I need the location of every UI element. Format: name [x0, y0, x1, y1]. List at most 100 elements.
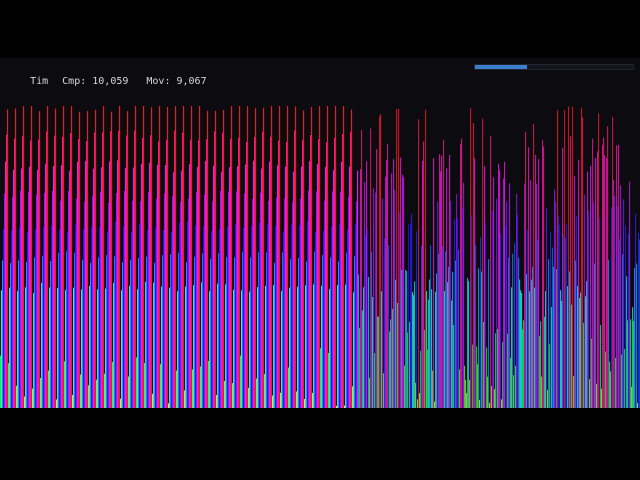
value-bar [607, 126, 609, 408]
value-bar [348, 196, 350, 408]
value-bar [353, 292, 355, 408]
value-bar [548, 259, 550, 408]
value-bar [433, 158, 435, 408]
value-bar [5, 161, 7, 408]
value-bar [478, 268, 480, 408]
value-bar [207, 110, 209, 408]
value-bar [545, 291, 547, 408]
value-bar [403, 177, 405, 408]
value-bar [194, 256, 196, 408]
value-bar [285, 166, 287, 408]
value-bar [71, 106, 73, 408]
value-bar [337, 285, 339, 408]
value-bar [526, 274, 528, 408]
value-bar [199, 106, 201, 408]
value-bar [252, 199, 254, 408]
value-bar [144, 362, 146, 408]
value-bar [471, 215, 473, 408]
value-bar [108, 202, 110, 408]
value-bar [527, 229, 529, 408]
value-bar [313, 284, 315, 408]
value-bar [196, 191, 198, 408]
value-bar [569, 271, 571, 408]
value-bar [393, 159, 395, 408]
value-bar [279, 106, 281, 408]
value-bar [511, 287, 513, 408]
value-bar [314, 251, 316, 408]
value-bar [76, 198, 78, 408]
value-bar [519, 279, 521, 408]
value-bar [581, 107, 583, 408]
value-bar [468, 281, 470, 408]
value-bar [233, 289, 235, 408]
value-bar [540, 321, 542, 408]
progress-bar [474, 64, 634, 70]
value-bar [15, 108, 17, 408]
value-bar [584, 194, 586, 408]
value-bar [450, 201, 452, 408]
value-bar [172, 195, 174, 408]
value-bar [187, 221, 189, 408]
value-bar [434, 401, 436, 408]
value-bar [562, 148, 564, 408]
value-bar [323, 230, 325, 408]
value-bar [401, 269, 403, 408]
value-bar [461, 138, 463, 408]
move-count: Mov: 9,067 [146, 76, 207, 87]
value-bar [118, 130, 120, 408]
value-bar [420, 350, 422, 408]
value-bar [295, 106, 297, 408]
value-bar [431, 289, 433, 408]
value-bar [145, 281, 147, 408]
value-bar [632, 307, 634, 408]
value-bar [116, 192, 118, 408]
value-bar [236, 191, 238, 408]
value-bar [160, 364, 162, 408]
value-bar [238, 137, 240, 408]
value-bar [444, 291, 446, 408]
value-bar [332, 191, 334, 408]
value-bar [153, 282, 155, 408]
value-bar [33, 293, 35, 408]
value-bar [555, 201, 557, 408]
value-bar [367, 228, 369, 408]
value-bar [585, 296, 587, 408]
value-bar [504, 161, 506, 408]
value-bar [112, 362, 114, 408]
value-bar [384, 238, 386, 408]
value-bar [197, 166, 199, 408]
value-bar [316, 191, 318, 408]
value-bar [449, 154, 451, 408]
value-bar [406, 271, 408, 408]
value-bar [82, 260, 84, 408]
value-bar [36, 194, 38, 408]
value-bar [305, 285, 307, 408]
value-bar [612, 116, 614, 408]
value-bar [346, 252, 348, 408]
value-bar [556, 268, 558, 408]
value-bar [3, 229, 5, 408]
value-bar [266, 252, 268, 408]
value-bar [462, 208, 464, 408]
value-bar [35, 229, 37, 408]
value-bar [4, 193, 6, 408]
value-bar [552, 247, 554, 408]
value-bar [541, 376, 543, 408]
value-bar [259, 222, 261, 408]
value-bar [40, 378, 42, 408]
value-bar [324, 200, 326, 408]
value-bar [280, 392, 282, 408]
value-bar [309, 161, 311, 408]
value-bar [588, 210, 590, 408]
value-bar [501, 399, 503, 408]
value-bar [91, 227, 93, 408]
value-bar [577, 285, 579, 408]
value-bar [500, 233, 502, 408]
value-bar [204, 194, 206, 408]
value-bar [88, 385, 90, 408]
value-bar [546, 208, 548, 408]
value-bar [126, 135, 128, 408]
value-bar [176, 370, 178, 408]
value-bar [191, 106, 193, 408]
value-bar [421, 245, 423, 408]
